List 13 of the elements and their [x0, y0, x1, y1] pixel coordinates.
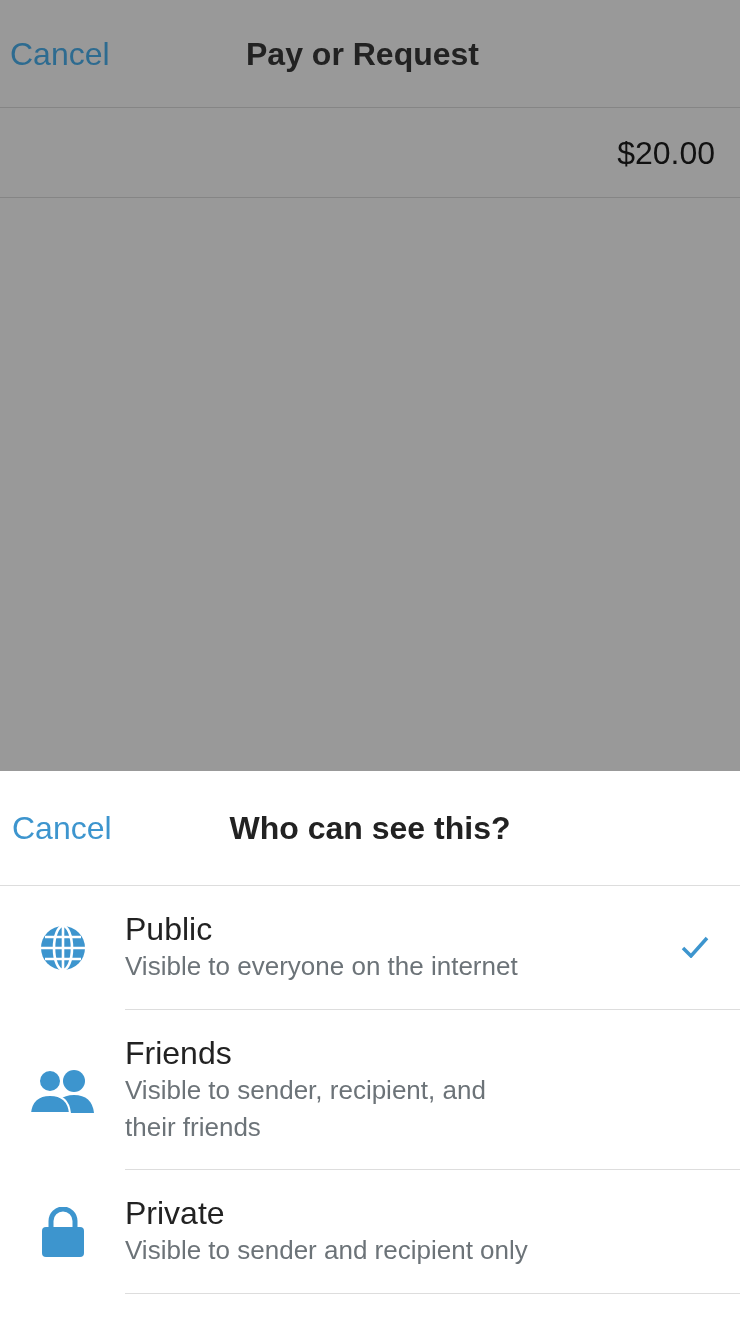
- amount-text: $20.00: [617, 133, 715, 173]
- option-description: Visible to sender and recipient only: [125, 1234, 529, 1268]
- visibility-option[interactable]: Private Visible to sender and recipient only: [0, 1169, 740, 1294]
- screen-title: Pay or Request: [246, 34, 479, 74]
- option-label: Friends: [125, 1033, 233, 1073]
- lock-icon: [41, 1206, 84, 1257]
- option-description: Visible to everyone on the internet: [125, 950, 519, 984]
- option-label: Private: [125, 1193, 226, 1233]
- sheet-title: Who can see this?: [229, 809, 511, 848]
- visibility-option[interactable]: Friends Visible to sender, recipient, and their friends: [0, 1009, 740, 1170]
- option-label: Public: [125, 910, 214, 949]
- visibility-option[interactable]: Public Visible to everyone on the internet: [0, 886, 740, 1010]
- option-description: Visible to sender, recipient, and their friends: [125, 1074, 487, 1144]
